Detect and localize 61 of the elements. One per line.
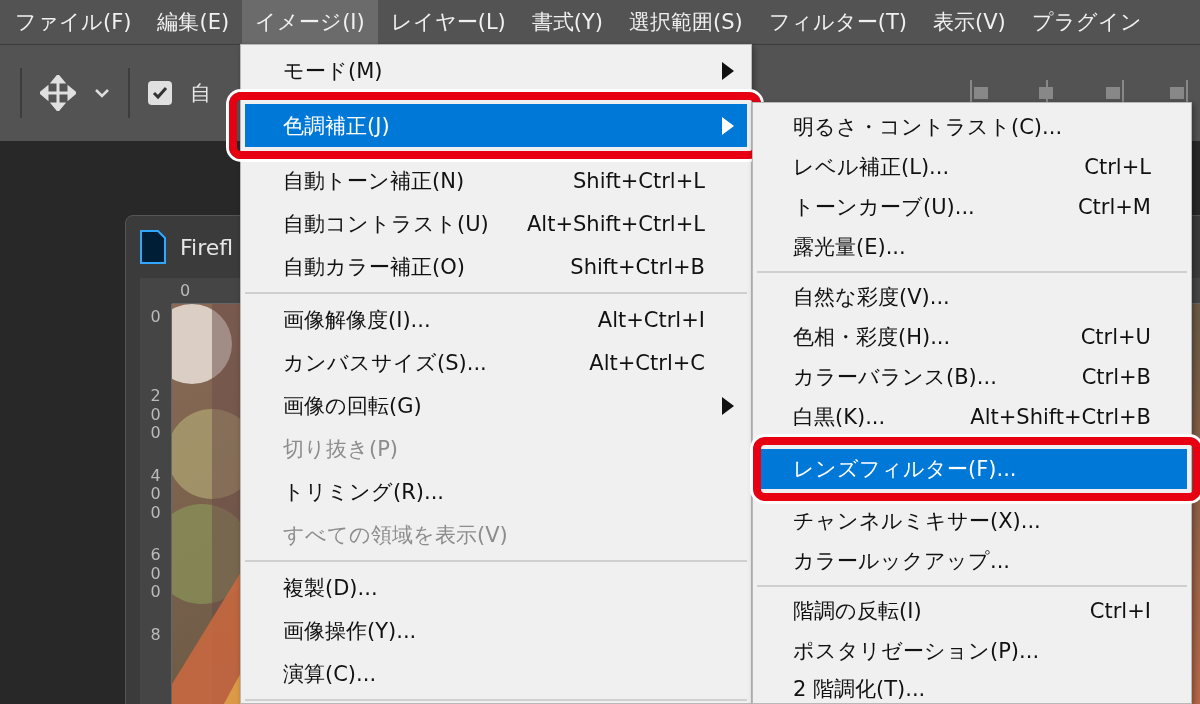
shortcut-label: Ctrl+I [1089, 599, 1151, 623]
ruler-label: 600 [149, 546, 162, 603]
menu-item[interactable]: 複製(D)... [245, 566, 747, 609]
shortcut-label: Alt+Shift+Ctrl+B [970, 405, 1151, 429]
shortcut-label: Shift+Ctrl+B [570, 254, 705, 279]
shortcut-label: Ctrl+U [1080, 325, 1151, 349]
shortcut-label: Alt+Ctrl+I [597, 307, 705, 332]
menu-item[interactable]: カラールックアップ... [757, 541, 1187, 581]
menu-item[interactable]: レベル補正(L)... Ctrl+L [757, 147, 1187, 187]
shortcut-label: Shift+Ctrl+L [573, 168, 705, 193]
menu-bar-item[interactable]: イメージ(I) [242, 0, 378, 44]
menu-item[interactable]: 2 階調化(T)... [757, 671, 1187, 704]
ruler-label: 200 [149, 387, 162, 445]
menu-item[interactable]: トリミング(R)... [245, 470, 747, 513]
ruler-label: 0 [180, 281, 191, 300]
menu-bar-item[interactable]: レイヤー(L) [377, 0, 519, 44]
menu-bar-item[interactable]: 選択範囲(S) [616, 0, 756, 44]
ruler-label: 0 [149, 308, 162, 328]
menu-item[interactable]: 白黒(K)... Alt+Shift+Ctrl+B [757, 397, 1187, 437]
menu-bar-item[interactable]: 書式(Y) [518, 0, 617, 44]
menu-item[interactable]: 画像解像度(I)... Alt+Ctrl+I [245, 298, 747, 341]
document-title: Firefl [180, 234, 234, 260]
menu-item[interactable]: 画像の回転(G) [245, 384, 747, 427]
menu-item[interactable]: ポスタリゼーション(P)... [757, 631, 1187, 671]
check-icon [152, 86, 168, 100]
menu-item[interactable]: カラーバランス(B)... Ctrl+B [757, 357, 1187, 397]
menu-bar-item[interactable]: 表示(V) [919, 0, 1019, 44]
menu-item[interactable]: 自動トーン補正(N) Shift+Ctrl+L [245, 159, 747, 202]
menu-bar-item[interactable]: フィルター(T) [755, 0, 920, 44]
submenu-arrow-icon [721, 60, 735, 81]
menu-bar-item[interactable]: プラグイン [1018, 0, 1155, 44]
shortcut-label: Alt+Ctrl+C [589, 350, 705, 375]
shortcut-label: Ctrl+B [1081, 365, 1151, 389]
menu-bar-item[interactable]: ファイル(F) [2, 0, 145, 44]
menu-item[interactable]: モード(M) [245, 49, 747, 92]
menu-bar-item[interactable]: 編集(E) [144, 0, 243, 44]
move-icon[interactable] [40, 75, 76, 111]
menu-item[interactable]: 自動コントラスト(U) Alt+Shift+Ctrl+L [245, 202, 747, 245]
menu-item[interactable]: チャンネルミキサー(X)... [757, 501, 1187, 541]
shortcut-label: Ctrl+M [1077, 195, 1151, 219]
menu-item[interactable]: 色相・彩度(H)... Ctrl+U [757, 317, 1187, 357]
shortcut-label: Alt+Shift+Ctrl+L [526, 211, 705, 236]
submenu-arrow-icon [721, 115, 735, 136]
menu-item[interactable]: トーンカーブ(U)... Ctrl+M [757, 187, 1187, 227]
submenu-arrow-icon [721, 395, 735, 416]
menu-item[interactable]: 画像操作(Y)... [245, 609, 747, 652]
option-label: 自 [190, 80, 211, 107]
menu-item[interactable]: 階調の反転(I) Ctrl+I [757, 591, 1187, 631]
ruler-label: 400 [149, 466, 162, 524]
menu-item[interactable]: 明るさ・コントラスト(C)... [757, 107, 1187, 147]
ruler-label: 8 [149, 625, 162, 646]
chevron-down-icon[interactable] [94, 88, 110, 98]
menu-item[interactable]: 演算(C)... [245, 652, 747, 695]
menu-item[interactable]: 自動カラー補正(O) Shift+Ctrl+B [245, 245, 747, 288]
menu-item[interactable]: 自然な彩度(V)... [757, 277, 1187, 317]
menu-item[interactable]: 色調補正(J) [245, 104, 747, 147]
checkbox[interactable] [148, 81, 172, 105]
shortcut-label: Ctrl+L [1084, 155, 1151, 179]
menu-item[interactable]: カンバスサイズ(S)... Alt+Ctrl+C [245, 341, 747, 384]
menu-item[interactable]: 露光量(E)... [757, 227, 1187, 267]
ps-file-icon [140, 230, 166, 264]
